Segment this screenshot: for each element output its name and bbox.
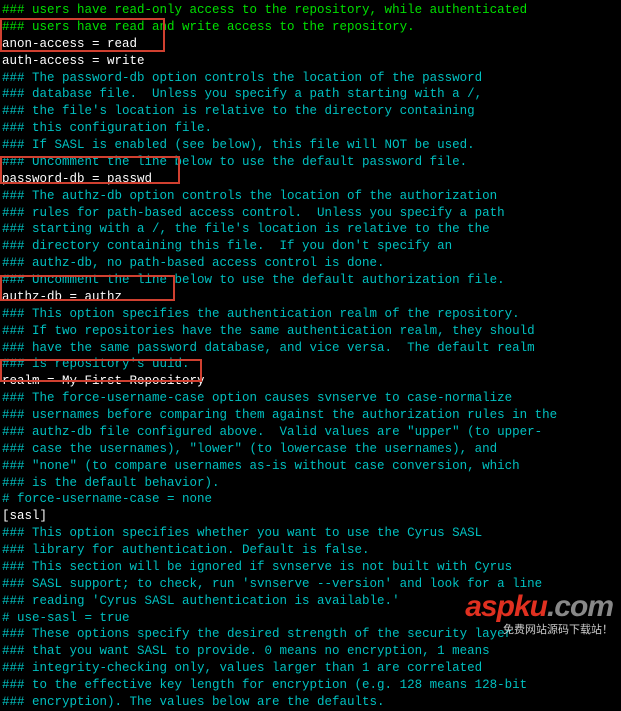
terminal-content: ### users have read-only access to the r…: [2, 2, 621, 711]
config-line: ### authz-db file configured above. Vali…: [2, 424, 621, 441]
config-line: ### rules for path-based access control.…: [2, 205, 621, 222]
config-line: ### This section will be ignored if svns…: [2, 559, 621, 576]
config-line: ### have the same password database, and…: [2, 340, 621, 357]
config-line: ### users have read-only access to the r…: [2, 2, 621, 19]
config-line: ### this configuration file.: [2, 120, 621, 137]
config-line: ### case the usernames), "lower" (to low…: [2, 441, 621, 458]
config-line: auth-access = write: [2, 53, 621, 70]
config-line: # force-username-case = none: [2, 491, 621, 508]
config-line: ### the file's location is relative to t…: [2, 103, 621, 120]
config-line: ### The password-db option controls the …: [2, 70, 621, 87]
config-line: ### is repository's uuid.: [2, 356, 621, 373]
config-line: realm = My First Repository: [2, 373, 621, 390]
config-line: ### The force-username-case option cause…: [2, 390, 621, 407]
config-line: ### database file. Unless you specify a …: [2, 86, 621, 103]
config-line: ### "none" (to compare usernames as-is w…: [2, 458, 621, 475]
config-line: ### library for authentication. Default …: [2, 542, 621, 559]
config-line: ### starting with a /, the file's locati…: [2, 221, 621, 238]
config-line: ### The authz-db option controls the loc…: [2, 188, 621, 205]
config-line: password-db = passwd: [2, 171, 621, 188]
config-line: ### is the default behavior).: [2, 475, 621, 492]
config-line: anon-access = read: [2, 36, 621, 53]
config-line: ### usernames before comparing them agai…: [2, 407, 621, 424]
config-line: authz-db = authz: [2, 289, 621, 306]
config-line: [sasl]: [2, 508, 621, 525]
config-line: ### authz-db, no path-based access contr…: [2, 255, 621, 272]
config-line: ### Uncomment the line below to use the …: [2, 272, 621, 289]
config-line: ### These options specify the desired st…: [2, 626, 621, 643]
config-line: ### users have read and write access to …: [2, 19, 621, 36]
config-line: ### If SASL is enabled (see below), this…: [2, 137, 621, 154]
config-line: ### that you want SASL to provide. 0 mea…: [2, 643, 621, 660]
config-line: ### directory containing this file. If y…: [2, 238, 621, 255]
config-line: ### to the effective key length for encr…: [2, 677, 621, 694]
config-line: ### Uncomment the line below to use the …: [2, 154, 621, 171]
config-line: ### encryption). The values below are th…: [2, 694, 621, 711]
config-line: ### SASL support; to check, run 'svnserv…: [2, 576, 621, 593]
config-line: # use-sasl = true: [2, 610, 621, 627]
config-line: ### integrity-checking only, values larg…: [2, 660, 621, 677]
config-line: ### This option specifies the authentica…: [2, 306, 621, 323]
config-line: ### This option specifies whether you wa…: [2, 525, 621, 542]
config-line: ### If two repositories have the same au…: [2, 323, 621, 340]
config-line: ### reading 'Cyrus SASL authentication i…: [2, 593, 621, 610]
